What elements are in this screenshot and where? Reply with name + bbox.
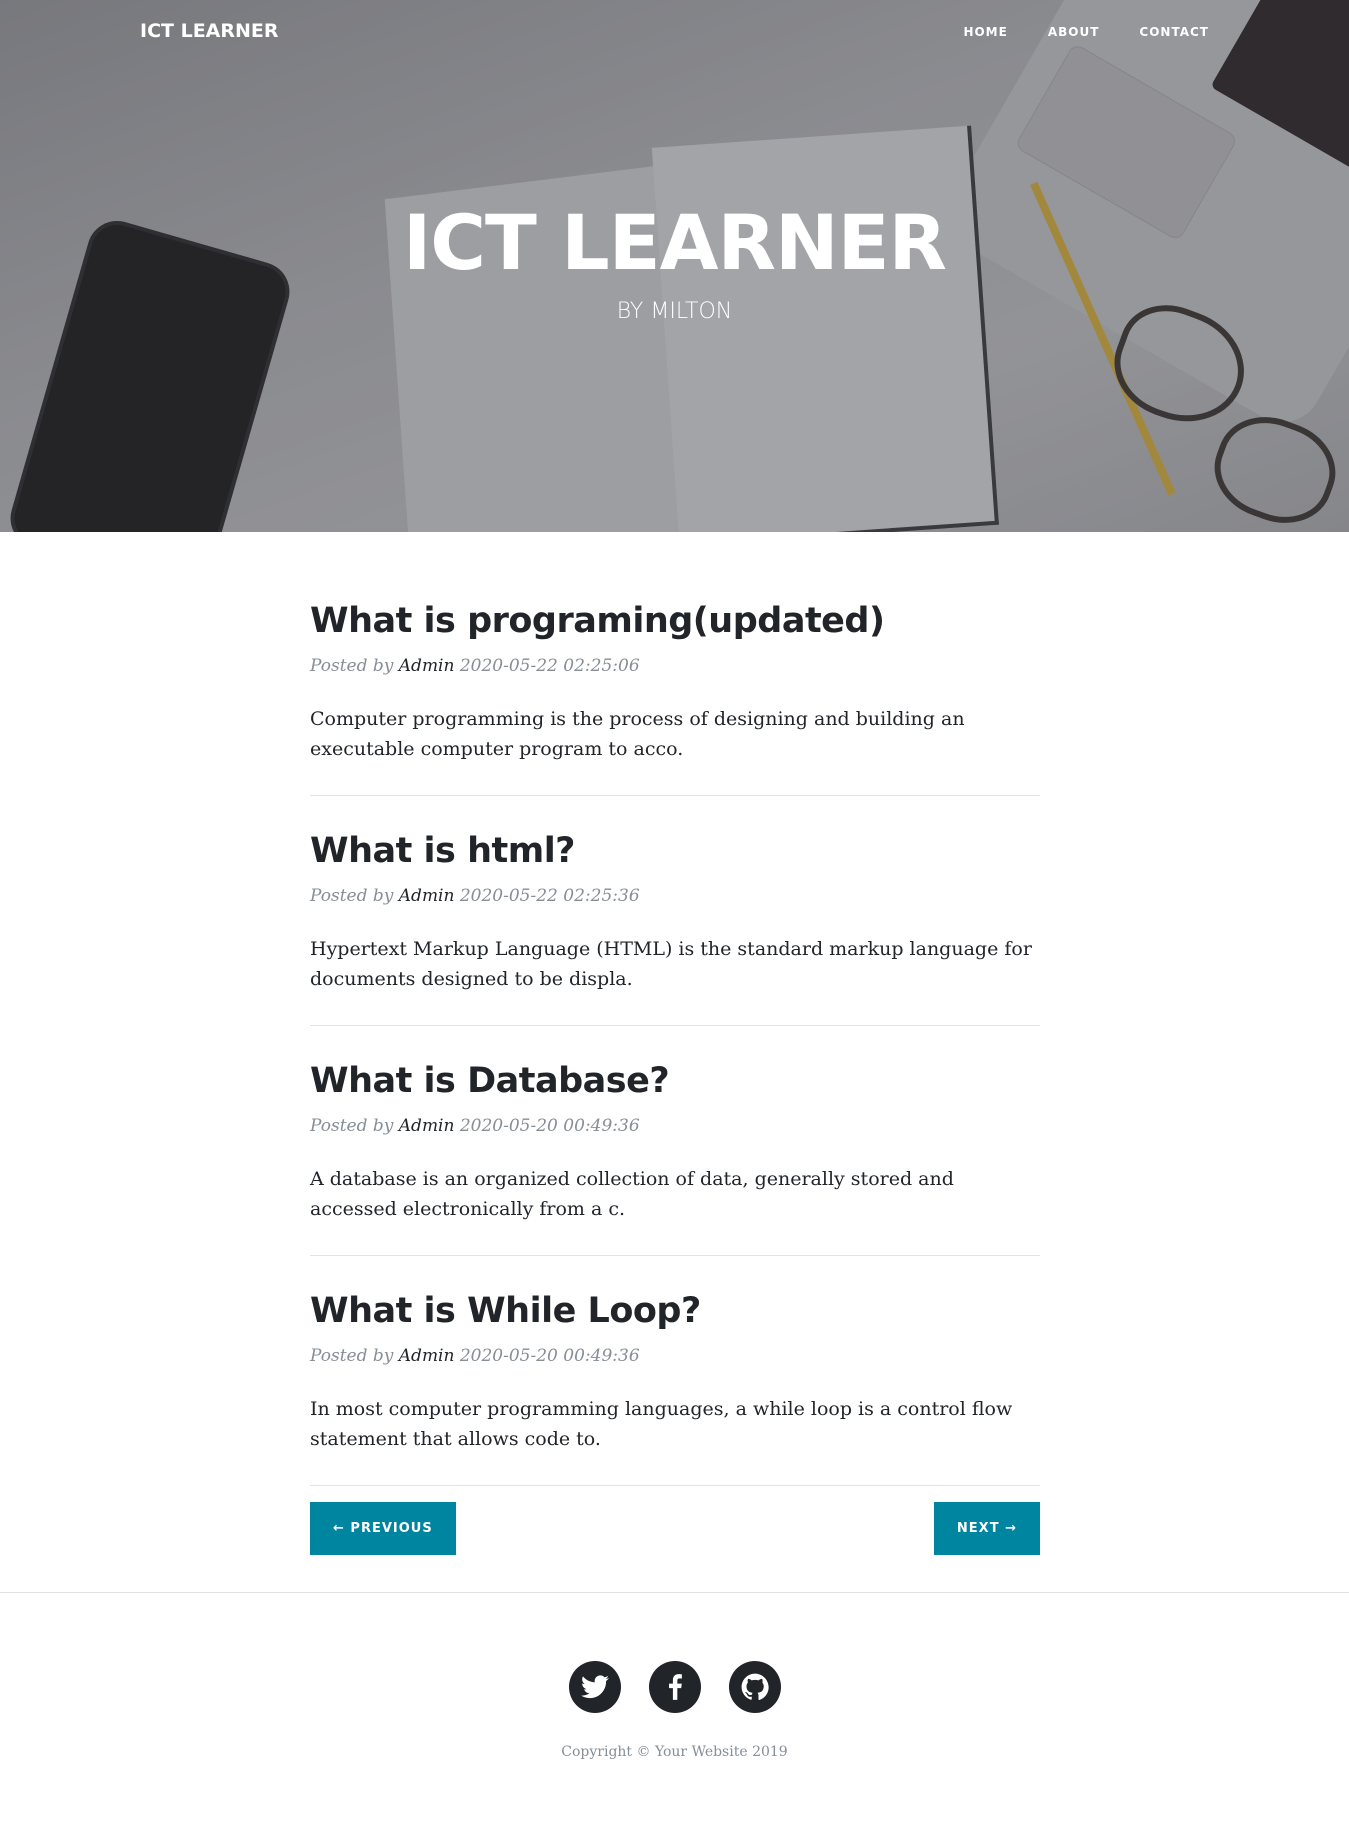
post-preview: What is programing(updated) Posted by Ad…: [310, 600, 1040, 796]
post-list: What is programing(updated) Posted by Ad…: [310, 600, 1040, 1555]
pager: ← PREVIOUS NEXT →: [310, 1502, 1040, 1555]
page-title: ICT LEARNER: [402, 198, 947, 287]
footer-divider: [0, 1592, 1349, 1593]
post-date: 2020-05-22 02:25:36: [459, 886, 640, 906]
main-nav: HOME ABOUT CONTACT: [963, 25, 1209, 39]
twitter-link[interactable]: [568, 1661, 621, 1713]
post-preview: What is While Loop? Posted by Admin 2020…: [310, 1290, 1040, 1486]
posted-by-label: Posted by: [310, 656, 394, 676]
twitter-icon: [580, 1675, 609, 1699]
nav-contact[interactable]: CONTACT: [1139, 25, 1209, 39]
post-author[interactable]: Admin: [399, 1346, 455, 1366]
post-meta: Posted by Admin 2020-05-22 02:25:06: [310, 656, 1040, 676]
facebook-link[interactable]: [648, 1661, 701, 1713]
post-date: 2020-05-22 02:25:06: [459, 656, 640, 676]
github-icon: [741, 1673, 769, 1700]
masthead: ICT LEARNER HOME ABOUT CONTACT ICT LEARN…: [0, 0, 1349, 532]
post-meta: Posted by Admin 2020-05-20 00:49:36: [310, 1116, 1040, 1136]
brand-link[interactable]: ICT LEARNER: [140, 20, 279, 42]
next-button[interactable]: NEXT →: [933, 1502, 1040, 1555]
post-title[interactable]: What is Database?: [310, 1060, 1040, 1102]
site-heading: ICT LEARNER BY MILTON: [0, 198, 1349, 325]
post-author[interactable]: Admin: [399, 1116, 455, 1136]
post-preview: What is Database? Posted by Admin 2020-0…: [310, 1060, 1040, 1256]
post-date: 2020-05-20 00:49:36: [459, 1116, 640, 1136]
social-links: [0, 1661, 1349, 1713]
copyright-text: Copyright © Your Website 2019: [561, 1744, 788, 1760]
post-excerpt: A database is an organized collection of…: [310, 1168, 954, 1220]
nav-home[interactable]: HOME: [963, 25, 1007, 39]
post-title[interactable]: What is While Loop?: [310, 1290, 1040, 1332]
post-meta: Posted by Admin 2020-05-20 00:49:36: [310, 1346, 1040, 1366]
post-excerpt: In most computer programming languages, …: [310, 1398, 1013, 1450]
post-title[interactable]: What is html?: [310, 830, 1040, 872]
post-title[interactable]: What is programing(updated): [310, 600, 1040, 642]
post-meta: Posted by Admin 2020-05-22 02:25:36: [310, 886, 1040, 906]
facebook-icon: [668, 1674, 682, 1700]
nav-about[interactable]: ABOUT: [1048, 25, 1100, 39]
post-author[interactable]: Admin: [399, 886, 455, 906]
post-excerpt: Hypertext Markup Language (HTML) is the …: [310, 938, 1032, 990]
post-date: 2020-05-20 00:49:36: [459, 1346, 640, 1366]
post-preview: What is html? Posted by Admin 2020-05-22…: [310, 830, 1040, 1026]
page-subtitle: BY MILTON: [616, 299, 733, 324]
post-author[interactable]: Admin: [399, 656, 455, 676]
posted-by-label: Posted by: [310, 1346, 394, 1366]
posted-by-label: Posted by: [310, 1116, 394, 1136]
post-excerpt: Computer programming is the process of d…: [310, 708, 965, 760]
previous-button[interactable]: ← PREVIOUS: [310, 1502, 456, 1555]
github-link[interactable]: [728, 1661, 781, 1713]
posted-by-label: Posted by: [310, 886, 394, 906]
